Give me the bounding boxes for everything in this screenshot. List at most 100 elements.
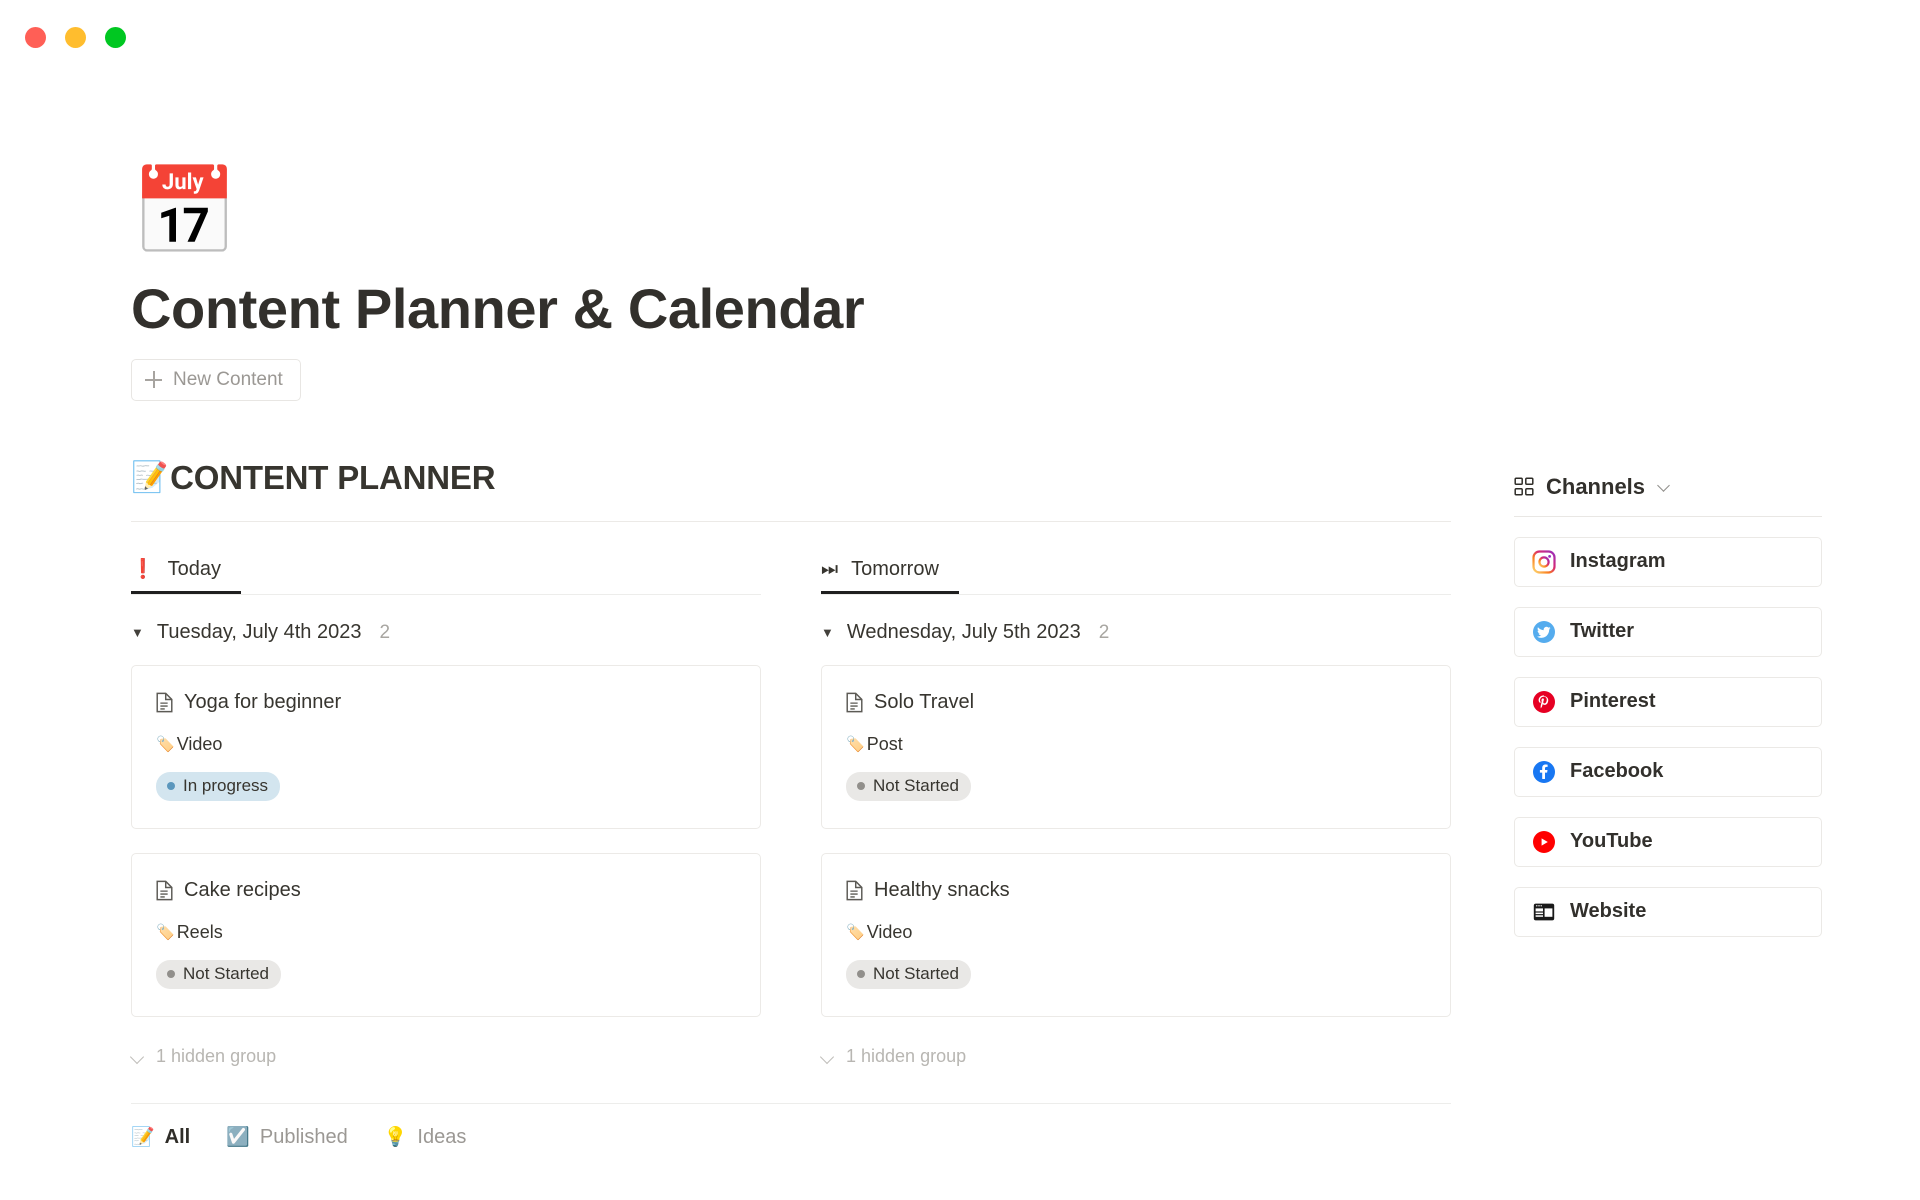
close-window-button[interactable] <box>25 26 46 48</box>
channels-panel: Channels Instagram Twitter Pinterest Fac… <box>1514 458 1822 937</box>
group-count: 2 <box>1098 621 1110 643</box>
channel-item-instagram[interactable]: Instagram <box>1514 536 1822 587</box>
channel-item-website[interactable]: Website <box>1514 886 1822 937</box>
document-icon <box>156 692 173 713</box>
card-solo-travel[interactable]: Solo Travel 🏷️ Post Not Started <box>821 665 1451 830</box>
page-icon[interactable]: 📅 <box>131 158 238 266</box>
instagram-icon <box>1532 550 1556 574</box>
chevron-down-icon <box>131 1050 145 1064</box>
status-badge[interactable]: Not Started <box>156 960 281 990</box>
tab-ideas[interactable]: 💡 Ideas <box>384 1126 467 1149</box>
caret-down-icon: ▼ <box>821 625 834 641</box>
tab-published-label: Published <box>259 1126 348 1149</box>
memo-icon: 📝 <box>131 1127 155 1149</box>
minimize-window-button[interactable] <box>65 26 86 48</box>
card-title: Solo Travel <box>874 691 975 714</box>
card-tag-row: 🏷️ Video <box>156 734 736 755</box>
document-icon <box>156 880 173 901</box>
hidden-group-label: 1 hidden group <box>846 1046 967 1067</box>
tab-today-label: Today <box>167 558 222 581</box>
channel-label: Twitter <box>1570 620 1635 643</box>
channel-item-facebook[interactable]: Facebook <box>1514 746 1822 797</box>
channel-item-twitter[interactable]: Twitter <box>1514 606 1822 657</box>
status-badge[interactable]: Not Started <box>846 960 971 990</box>
grid-icon <box>1514 477 1534 496</box>
new-content-button[interactable]: New Content <box>131 358 301 401</box>
hidden-group-toggle[interactable]: 1 hidden group <box>131 1046 761 1067</box>
page-title[interactable]: Content Planner & Calendar <box>131 277 1920 341</box>
channel-label: Instagram <box>1570 550 1666 573</box>
tag-icon: 🏷️ <box>846 924 865 942</box>
caret-down-icon: ▼ <box>131 625 144 641</box>
lightbulb-icon: 💡 <box>383 1127 408 1149</box>
youtube-icon <box>1533 830 1555 853</box>
chevron-down-icon[interactable] <box>1657 479 1672 494</box>
section-divider <box>131 521 1451 523</box>
card-tag-row: 🏷️ Video <box>846 922 1426 943</box>
tab-today[interactable]: ❗ Today <box>131 558 761 595</box>
group-title: Wednesday, July 5th 2023 <box>846 621 1081 644</box>
card-tag-label: Post <box>866 734 903 755</box>
card-title-row: Yoga for beginner <box>156 691 736 714</box>
group-count: 2 <box>379 621 391 643</box>
card-tag-row: 🏷️ Post <box>846 734 1426 755</box>
group-header-wednesday[interactable]: ▼ Wednesday, July 5th 2023 2 <box>821 621 1451 644</box>
document-icon <box>846 880 863 901</box>
status-label: Not Started <box>873 776 959 796</box>
next-track-icon: ⏭ <box>821 559 839 581</box>
status-dot-icon <box>167 782 175 791</box>
channel-label: YouTube <box>1570 830 1653 853</box>
group-title: Tuesday, July 4th 2023 <box>156 621 362 644</box>
status-label: Not Started <box>873 964 959 984</box>
section-heading-label: CONTENT PLANNER <box>170 458 496 496</box>
window-title-bar <box>0 0 1920 74</box>
group-header-tuesday[interactable]: ▼ Tuesday, July 4th 2023 2 <box>131 621 761 644</box>
card-yoga-for-beginner[interactable]: Yoga for beginner 🏷️ Video In progress <box>131 665 761 830</box>
memo-icon: 📝 <box>131 460 169 494</box>
channels-divider <box>1514 515 1822 517</box>
column-divider <box>131 594 761 596</box>
tab-tomorrow-label: Tomorrow <box>851 558 939 581</box>
channels-header[interactable]: Channels <box>1514 474 1822 516</box>
card-title: Yoga for beginner <box>184 691 342 714</box>
website-icon <box>1533 903 1555 921</box>
facebook-icon <box>1533 760 1555 783</box>
tab-tomorrow[interactable]: ⏭ Tomorrow <box>821 558 1451 595</box>
channel-label: Website <box>1570 900 1647 923</box>
channel-label: Pinterest <box>1570 690 1656 713</box>
card-cake-recipes[interactable]: Cake recipes 🏷️ Reels Not Started <box>131 853 761 1018</box>
section-heading: 📝 CONTENT PLANNER <box>131 458 1451 498</box>
tag-icon: 🏷️ <box>846 736 865 754</box>
card-title-row: Healthy snacks <box>846 879 1426 902</box>
board-column-tomorrow: ⏭ Tomorrow ▼ Wednesday, July 5th 2023 2 <box>821 558 1451 1067</box>
card-tag-label: Reels <box>176 922 223 943</box>
card-title: Cake recipes <box>184 879 301 902</box>
tag-icon: 🏷️ <box>156 736 175 754</box>
tab-all[interactable]: 📝 All <box>131 1126 190 1149</box>
plus-icon <box>145 371 162 389</box>
tab-all-label: All <box>164 1126 191 1149</box>
status-badge[interactable]: Not Started <box>846 772 971 802</box>
tag-icon: 🏷️ <box>156 924 175 942</box>
status-badge[interactable]: In progress <box>156 772 281 802</box>
checkbox-icon: ☑️ <box>226 1127 250 1149</box>
main-column: 📝 CONTENT PLANNER ❗ Today ▼ Tuesday, Jul… <box>131 458 1451 1150</box>
hidden-group-toggle[interactable]: 1 hidden group <box>821 1046 1451 1067</box>
channel-item-youtube[interactable]: YouTube <box>1514 816 1822 867</box>
card-tag-row: 🏷️ Reels <box>156 922 736 943</box>
tab-published[interactable]: ☑️ Published <box>226 1126 348 1149</box>
chevron-down-icon <box>821 1050 835 1064</box>
new-content-label: New Content <box>173 368 283 390</box>
channel-item-pinterest[interactable]: Pinterest <box>1514 676 1822 727</box>
page-content: 📅 Content Planner & Calendar New Content… <box>0 158 1920 1200</box>
maximize-window-button[interactable] <box>105 26 126 48</box>
card-title-row: Solo Travel <box>846 691 1426 714</box>
twitter-icon <box>1533 620 1555 643</box>
document-icon <box>846 692 863 713</box>
board: ❗ Today ▼ Tuesday, July 4th 2023 2 Yoga … <box>131 558 1451 1067</box>
card-healthy-snacks[interactable]: Healthy snacks 🏷️ Video Not Started <box>821 853 1451 1018</box>
status-label: In progress <box>183 776 269 796</box>
card-title-row: Cake recipes <box>156 879 736 902</box>
hidden-group-label: 1 hidden group <box>156 1046 277 1067</box>
status-dot-icon <box>857 782 865 791</box>
